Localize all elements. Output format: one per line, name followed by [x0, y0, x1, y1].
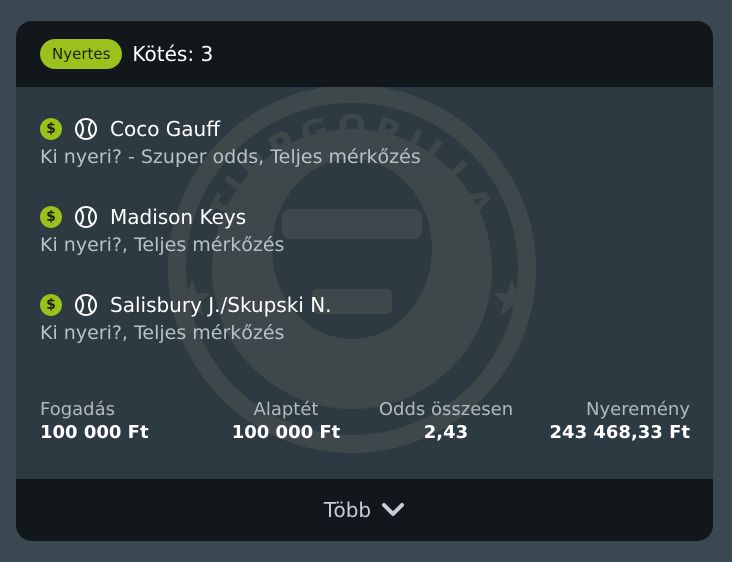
- bet-market-desc: Ki nyeri?, Teljes mérkőzés: [40, 322, 285, 344]
- stat-label: Odds összesen: [378, 399, 514, 420]
- bet-market-desc: Ki nyeri?, Teljes mérkőzés: [40, 234, 285, 256]
- dollar-icon: $: [40, 118, 62, 140]
- stat-odds: Odds összesen 2,43: [368, 399, 524, 443]
- chevron-down-icon: [382, 503, 405, 516]
- stat-value: 100 000 Ft: [40, 422, 149, 443]
- stat-base: Alaptét 100 000 Ft: [226, 399, 346, 443]
- bet-item: $ Coco Gauff Ki nyeri? - Szuper odds, Te…: [40, 115, 421, 168]
- status-badge: Nyertes: [40, 39, 123, 69]
- stat-label: Alaptét: [253, 399, 319, 420]
- bet-slip-header: Nyertes Kötés: 3: [16, 21, 713, 87]
- dollar-icon: $: [40, 294, 62, 316]
- bet-selection-name: Madison Keys: [110, 205, 247, 229]
- bets-count: Kötés: 3: [132, 42, 214, 66]
- bet-selection-name: Salisbury J./Skupski N.: [110, 293, 332, 317]
- stat-value: 2,43: [423, 422, 469, 443]
- tennis-ball-icon: [75, 294, 97, 316]
- more-button[interactable]: Több: [16, 479, 713, 541]
- stat-label: Fogadás: [40, 399, 116, 420]
- bet-selection-name: Coco Gauff: [110, 117, 220, 141]
- tennis-ball-icon: [75, 206, 97, 228]
- bet-market-desc: Ki nyeri? - Szuper odds, Teljes mérkőzés: [40, 146, 421, 168]
- bet-item: $ Madison Keys Ki nyeri?, Teljes mérkőzé…: [40, 203, 284, 256]
- stat-win: Nyeremény 243 468,33 Ft: [550, 399, 690, 443]
- stat-value: 243 468,33 Ft: [549, 422, 690, 443]
- bet-item: $ Salisbury J./Skupski N. Ki nyeri?, Tel…: [40, 291, 332, 344]
- stat-stake: Fogadás 100 000 Ft: [40, 399, 149, 443]
- stat-value: 100 000 Ft: [231, 422, 341, 443]
- tennis-ball-icon: [75, 118, 97, 140]
- bet-slip-card: TIPPGORILLA WWW.TIPPGORILLA.HU Nyertes K…: [16, 21, 713, 541]
- stat-label: Nyeremény: [586, 399, 690, 420]
- dollar-icon: $: [40, 206, 62, 228]
- more-label: Több: [323, 498, 372, 522]
